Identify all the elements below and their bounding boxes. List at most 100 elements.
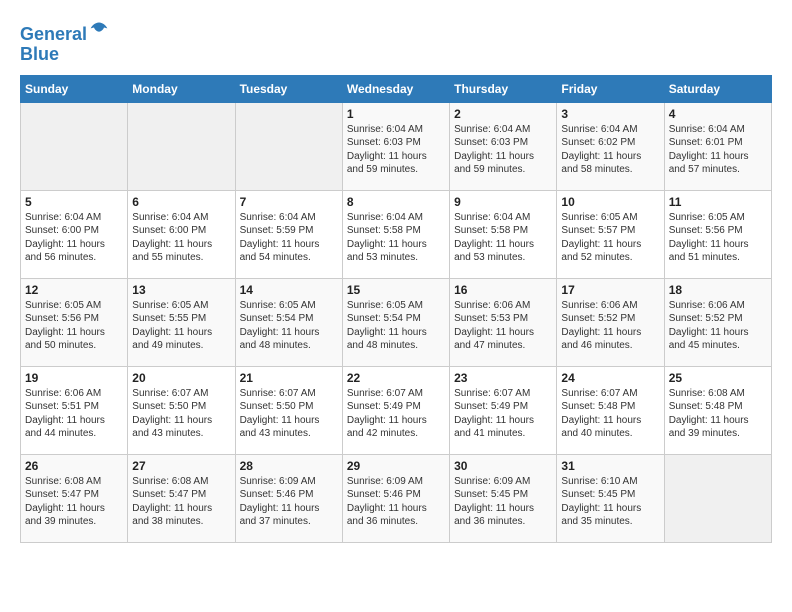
calendar-cell: 13 Sunrise: 6:05 AM Sunset: 5:55 PM Dayli… <box>128 278 235 366</box>
day-info: Sunrise: 6:04 AM Sunset: 5:58 PM Dayligh… <box>347 211 445 265</box>
day-info: Sunrise: 6:06 AM Sunset: 5:53 PM Dayligh… <box>454 299 552 353</box>
day-number: 26 <box>25 459 123 473</box>
day-number: 31 <box>561 459 659 473</box>
column-header-friday: Friday <box>557 75 664 102</box>
day-number: 30 <box>454 459 552 473</box>
calendar-week-row: 26 Sunrise: 6:08 AM Sunset: 5:47 PM Dayli… <box>21 454 772 542</box>
day-info: Sunrise: 6:09 AM Sunset: 5:45 PM Dayligh… <box>454 475 552 529</box>
day-number: 20 <box>132 371 230 385</box>
calendar-cell: 16Sunrise: 6:06 AM Sunset: 5:53 PM Dayli… <box>450 278 557 366</box>
day-info: Sunrise: 6:04 AM Sunset: 6:00 PM Dayligh… <box>25 211 123 265</box>
day-info: Sunrise: 6:04 AM Sunset: 6:03 PM Dayligh… <box>347 123 445 177</box>
calendar-cell: 15Sunrise: 6:05 AM Sunset: 5:54 PM Dayli… <box>342 278 449 366</box>
day-info: Sunrise: 6:09 AM Sunset: 5:46 PM Dayligh… <box>240 475 338 529</box>
calendar-table: SundayMondayTuesdayWednesdayThursdayFrid… <box>20 75 772 543</box>
day-number: 24 <box>561 371 659 385</box>
calendar-cell: 1 Sunrise: 6:04 AM Sunset: 6:03 PM Daylig… <box>342 102 449 190</box>
calendar-cell: 28 Sunrise: 6:09 AM Sunset: 5:46 PM Dayli… <box>235 454 342 542</box>
day-number: 8 <box>347 195 445 209</box>
day-number: 1 <box>347 107 445 121</box>
calendar-cell: 11 Sunrise: 6:05 AM Sunset: 5:56 PM Dayli… <box>664 190 771 278</box>
day-number: 23 <box>454 371 552 385</box>
calendar-cell: 10Sunrise: 6:05 AM Sunset: 5:57 PM Dayli… <box>557 190 664 278</box>
day-info: Sunrise: 6:07 AM Sunset: 5:49 PM Dayligh… <box>347 387 445 441</box>
day-info: Sunrise: 6:05 AM Sunset: 5:54 PM Dayligh… <box>240 299 338 353</box>
day-number: 28 <box>240 459 338 473</box>
column-header-sunday: Sunday <box>21 75 128 102</box>
logo-bird-icon <box>89 20 109 40</box>
day-info: Sunrise: 6:10 AM Sunset: 5:45 PM Dayligh… <box>561 475 659 529</box>
day-info: Sunrise: 6:04 AM Sunset: 5:58 PM Dayligh… <box>454 211 552 265</box>
day-info: Sunrise: 6:04 AM Sunset: 6:02 PM Dayligh… <box>561 123 659 177</box>
calendar-cell: 30 Sunrise: 6:09 AM Sunset: 5:45 PM Dayli… <box>450 454 557 542</box>
day-info: Sunrise: 6:08 AM Sunset: 5:48 PM Dayligh… <box>669 387 767 441</box>
calendar-cell <box>21 102 128 190</box>
calendar-cell: 26 Sunrise: 6:08 AM Sunset: 5:47 PM Dayli… <box>21 454 128 542</box>
day-number: 6 <box>132 195 230 209</box>
day-number: 15 <box>347 283 445 297</box>
column-header-thursday: Thursday <box>450 75 557 102</box>
day-number: 21 <box>240 371 338 385</box>
day-info: Sunrise: 6:06 AM Sunset: 5:52 PM Dayligh… <box>561 299 659 353</box>
day-info: Sunrise: 6:05 AM Sunset: 5:55 PM Dayligh… <box>132 299 230 353</box>
calendar-cell: 2 Sunrise: 6:04 AM Sunset: 6:03 PM Daylig… <box>450 102 557 190</box>
calendar-cell: 9 Sunrise: 6:04 AM Sunset: 5:58 PM Daylig… <box>450 190 557 278</box>
day-number: 25 <box>669 371 767 385</box>
calendar-cell: 23 Sunrise: 6:07 AM Sunset: 5:49 PM Dayli… <box>450 366 557 454</box>
day-number: 12 <box>25 283 123 297</box>
day-info: Sunrise: 6:06 AM Sunset: 5:51 PM Dayligh… <box>25 387 123 441</box>
logo-blue: Blue <box>20 44 59 64</box>
day-number: 18 <box>669 283 767 297</box>
day-number: 9 <box>454 195 552 209</box>
logo: General Blue <box>20 20 109 65</box>
day-info: Sunrise: 6:04 AM Sunset: 6:00 PM Dayligh… <box>132 211 230 265</box>
calendar-cell: 31 Sunrise: 6:10 AM Sunset: 5:45 PM Dayli… <box>557 454 664 542</box>
day-info: Sunrise: 6:04 AM Sunset: 6:01 PM Dayligh… <box>669 123 767 177</box>
day-number: 17 <box>561 283 659 297</box>
day-info: Sunrise: 6:07 AM Sunset: 5:50 PM Dayligh… <box>240 387 338 441</box>
calendar-cell: 3 Sunrise: 6:04 AM Sunset: 6:02 PM Daylig… <box>557 102 664 190</box>
calendar-week-row: 5Sunrise: 6:04 AM Sunset: 6:00 PM Daylig… <box>21 190 772 278</box>
calendar-cell: 5Sunrise: 6:04 AM Sunset: 6:00 PM Daylig… <box>21 190 128 278</box>
day-info: Sunrise: 6:08 AM Sunset: 5:47 PM Dayligh… <box>25 475 123 529</box>
day-number: 3 <box>561 107 659 121</box>
day-number: 22 <box>347 371 445 385</box>
day-info: Sunrise: 6:07 AM Sunset: 5:48 PM Dayligh… <box>561 387 659 441</box>
calendar-cell: 29Sunrise: 6:09 AM Sunset: 5:46 PM Dayli… <box>342 454 449 542</box>
calendar-cell: 17 Sunrise: 6:06 AM Sunset: 5:52 PM Dayli… <box>557 278 664 366</box>
calendar-cell: 24 Sunrise: 6:07 AM Sunset: 5:48 PM Dayli… <box>557 366 664 454</box>
day-info: Sunrise: 6:08 AM Sunset: 5:47 PM Dayligh… <box>132 475 230 529</box>
logo-text: General Blue <box>20 20 109 65</box>
column-header-tuesday: Tuesday <box>235 75 342 102</box>
calendar-cell: 19 Sunrise: 6:06 AM Sunset: 5:51 PM Dayli… <box>21 366 128 454</box>
calendar-cell: 18 Sunrise: 6:06 AM Sunset: 5:52 PM Dayli… <box>664 278 771 366</box>
calendar-cell <box>235 102 342 190</box>
day-info: Sunrise: 6:05 AM Sunset: 5:56 PM Dayligh… <box>669 211 767 265</box>
column-header-monday: Monday <box>128 75 235 102</box>
day-info: Sunrise: 6:07 AM Sunset: 5:50 PM Dayligh… <box>132 387 230 441</box>
day-number: 11 <box>669 195 767 209</box>
calendar-cell: 27 Sunrise: 6:08 AM Sunset: 5:47 PM Dayli… <box>128 454 235 542</box>
day-number: 2 <box>454 107 552 121</box>
day-number: 14 <box>240 283 338 297</box>
calendar-cell: 14 Sunrise: 6:05 AM Sunset: 5:54 PM Dayli… <box>235 278 342 366</box>
calendar-week-row: 12Sunrise: 6:05 AM Sunset: 5:56 PM Dayli… <box>21 278 772 366</box>
day-info: Sunrise: 6:06 AM Sunset: 5:52 PM Dayligh… <box>669 299 767 353</box>
calendar-cell: 21 Sunrise: 6:07 AM Sunset: 5:50 PM Dayli… <box>235 366 342 454</box>
day-number: 7 <box>240 195 338 209</box>
day-info: Sunrise: 6:04 AM Sunset: 6:03 PM Dayligh… <box>454 123 552 177</box>
day-number: 27 <box>132 459 230 473</box>
day-number: 13 <box>132 283 230 297</box>
column-header-wednesday: Wednesday <box>342 75 449 102</box>
day-number: 19 <box>25 371 123 385</box>
calendar-week-row: 1 Sunrise: 6:04 AM Sunset: 6:03 PM Daylig… <box>21 102 772 190</box>
calendar-cell: 25 Sunrise: 6:08 AM Sunset: 5:48 PM Dayli… <box>664 366 771 454</box>
day-number: 10 <box>561 195 659 209</box>
calendar-cell: 12Sunrise: 6:05 AM Sunset: 5:56 PM Dayli… <box>21 278 128 366</box>
calendar-cell: 8 Sunrise: 6:04 AM Sunset: 5:58 PM Daylig… <box>342 190 449 278</box>
day-number: 29 <box>347 459 445 473</box>
page-header: General Blue <box>20 20 772 65</box>
calendar-cell <box>128 102 235 190</box>
day-info: Sunrise: 6:07 AM Sunset: 5:49 PM Dayligh… <box>454 387 552 441</box>
column-header-saturday: Saturday <box>664 75 771 102</box>
